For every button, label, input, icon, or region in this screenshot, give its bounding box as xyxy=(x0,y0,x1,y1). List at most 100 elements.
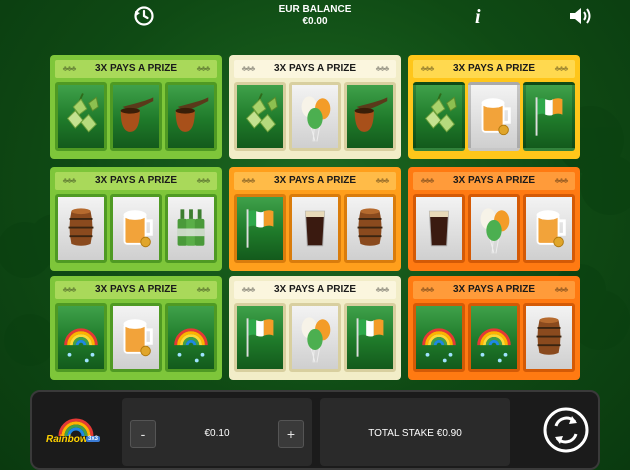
ticket-cells xyxy=(55,82,217,154)
scratch-cell[interactable] xyxy=(110,82,162,151)
balance-display: EUR BALANCE €0.00 xyxy=(265,4,365,28)
scratch-cell[interactable] xyxy=(344,82,396,151)
scratch-cell[interactable] xyxy=(413,303,465,372)
scratch-cell[interactable] xyxy=(468,194,520,263)
ticket-banner: ♣♣♣ 3X PAYS A PRIZE ♣♣♣ xyxy=(413,60,575,78)
ticket-banner: ♣♣♣ 3X PAYS A PRIZE ♣♣♣ xyxy=(55,60,217,78)
balloons-icon xyxy=(301,317,331,363)
control-bar: Rainbow 3x3 - €0.10 + TOTAL STAKE €0.90 xyxy=(30,390,600,470)
scratch-ticket[interactable]: ♣♣♣ 3X PAYS A PRIZE ♣♣♣ xyxy=(50,276,222,380)
clover-icon: ♣♣♣ xyxy=(554,285,569,294)
scratch-ticket[interactable]: ♣♣♣ 3X PAYS A PRIZE ♣♣♣ xyxy=(408,167,580,271)
replay-icon[interactable] xyxy=(542,402,590,458)
scratch-cell[interactable] xyxy=(55,194,107,263)
scratch-cell[interactable] xyxy=(234,82,286,151)
clover-icon: ♣♣♣ xyxy=(196,64,211,73)
scratch-ticket[interactable]: ♣♣♣ 3X PAYS A PRIZE ♣♣♣ xyxy=(50,55,222,159)
balloons-icon xyxy=(301,96,331,142)
increase-stake-button[interactable]: + xyxy=(278,420,304,448)
clover-icon: ♣♣♣ xyxy=(241,285,256,294)
ticket-banner-text: 3X PAYS A PRIZE xyxy=(452,284,536,295)
ticket-cells xyxy=(413,82,575,154)
clover-icon: ♣♣♣ xyxy=(420,176,435,185)
flag-icon xyxy=(356,318,384,357)
ticket-banner-text: 3X PAYS A PRIZE xyxy=(273,175,357,186)
rainbow-icon xyxy=(64,328,98,363)
barrel-icon xyxy=(357,208,383,246)
decrease-stake-button[interactable]: - xyxy=(130,420,156,448)
clover-icon: ♣♣♣ xyxy=(420,285,435,294)
clover-icon: ♣♣♣ xyxy=(241,176,256,185)
balloons-icon xyxy=(480,208,510,254)
beer-icon xyxy=(123,319,153,357)
scratch-cell[interactable] xyxy=(523,303,575,372)
clover-icon: ♣♣♣ xyxy=(554,64,569,73)
scratch-ticket[interactable]: ♣♣♣ 3X PAYS A PRIZE ♣♣♣ xyxy=(50,167,222,271)
ticket-banner: ♣♣♣ 3X PAYS A PRIZE ♣♣♣ xyxy=(234,60,396,78)
scratch-ticket[interactable]: ♣♣♣ 3X PAYS A PRIZE ♣♣♣ xyxy=(408,55,580,159)
ticket-banner-text: 3X PAYS A PRIZE xyxy=(452,63,536,74)
scratch-cell[interactable] xyxy=(468,82,520,151)
beer-icon xyxy=(123,210,153,248)
rainbow-icon xyxy=(422,328,456,363)
scratch-cell[interactable] xyxy=(110,194,162,263)
ticket-banner-text: 3X PAYS A PRIZE xyxy=(94,284,178,295)
svg-text:i: i xyxy=(475,6,481,26)
scratch-cell[interactable] xyxy=(234,303,286,372)
info-icon[interactable]: i xyxy=(467,4,489,26)
ticket-banner-text: 3X PAYS A PRIZE xyxy=(94,63,178,74)
scratch-ticket[interactable]: ♣♣♣ 3X PAYS A PRIZE ♣♣♣ xyxy=(229,55,401,159)
clover-icon: ♣♣♣ xyxy=(196,176,211,185)
beer-icon xyxy=(481,98,511,136)
flag-icon xyxy=(246,318,274,357)
clover-icon: ♣♣♣ xyxy=(375,176,390,185)
rainbow-icon xyxy=(477,328,511,363)
top-bar: EUR BALANCE €0.00 i xyxy=(0,0,630,34)
scratch-cell[interactable] xyxy=(110,303,162,372)
scratch-cell[interactable] xyxy=(468,303,520,372)
clover-icon: ♣♣♣ xyxy=(554,176,569,185)
scratch-ticket[interactable]: ♣♣♣ 3X PAYS A PRIZE ♣♣♣ xyxy=(229,276,401,380)
history-icon[interactable] xyxy=(132,4,156,28)
clover-icon: ♣♣♣ xyxy=(375,64,390,73)
scratch-cell[interactable] xyxy=(289,303,341,372)
stout-icon xyxy=(428,210,450,247)
pipe-icon xyxy=(175,97,209,132)
pipe-icon xyxy=(120,97,154,132)
scratch-cell[interactable] xyxy=(523,82,575,151)
scratch-cell[interactable] xyxy=(289,82,341,151)
stout-icon xyxy=(304,210,326,247)
scratch-cell[interactable] xyxy=(289,194,341,263)
scratch-cell[interactable] xyxy=(165,303,217,372)
balance-label: EUR BALANCE xyxy=(278,4,352,15)
scratch-cell[interactable] xyxy=(413,194,465,263)
ticket-banner: ♣♣♣ 3X PAYS A PRIZE ♣♣♣ xyxy=(234,281,396,299)
sound-icon[interactable] xyxy=(567,5,593,27)
barrel-icon xyxy=(536,317,562,355)
scratch-cell[interactable] xyxy=(413,82,465,151)
scratch-ticket[interactable]: ♣♣♣ 3X PAYS A PRIZE ♣♣♣ xyxy=(229,167,401,271)
ticket-banner: ♣♣♣ 3X PAYS A PRIZE ♣♣♣ xyxy=(55,281,217,299)
scratch-cell[interactable] xyxy=(165,194,217,263)
scratch-ticket[interactable]: ♣♣♣ 3X PAYS A PRIZE ♣♣♣ xyxy=(408,276,580,380)
ticket-cells xyxy=(234,303,396,375)
rainbow-icon xyxy=(174,328,208,363)
ticket-banner-text: 3X PAYS A PRIZE xyxy=(94,175,178,186)
clover-icon: ♣♣♣ xyxy=(196,285,211,294)
scratch-cell[interactable] xyxy=(523,194,575,263)
barrel-icon xyxy=(68,208,94,246)
stake-value: €0.10 xyxy=(204,428,230,439)
scratch-cell[interactable] xyxy=(165,82,217,151)
scratch-cell[interactable] xyxy=(55,82,107,151)
flag-icon xyxy=(246,209,274,248)
logo-badge: 3x3 xyxy=(86,436,101,442)
ticket-banner-text: 3X PAYS A PRIZE xyxy=(273,284,357,295)
balance-amount: €0.00 xyxy=(302,16,328,27)
ticket-cells xyxy=(413,194,575,266)
clover-icon: ♣♣♣ xyxy=(420,64,435,73)
clover-icon: ♣♣♣ xyxy=(62,176,77,185)
scratch-cell[interactable] xyxy=(344,303,396,372)
scratch-cell[interactable] xyxy=(234,194,286,263)
scratch-cell[interactable] xyxy=(55,303,107,372)
scratch-cell[interactable] xyxy=(344,194,396,263)
